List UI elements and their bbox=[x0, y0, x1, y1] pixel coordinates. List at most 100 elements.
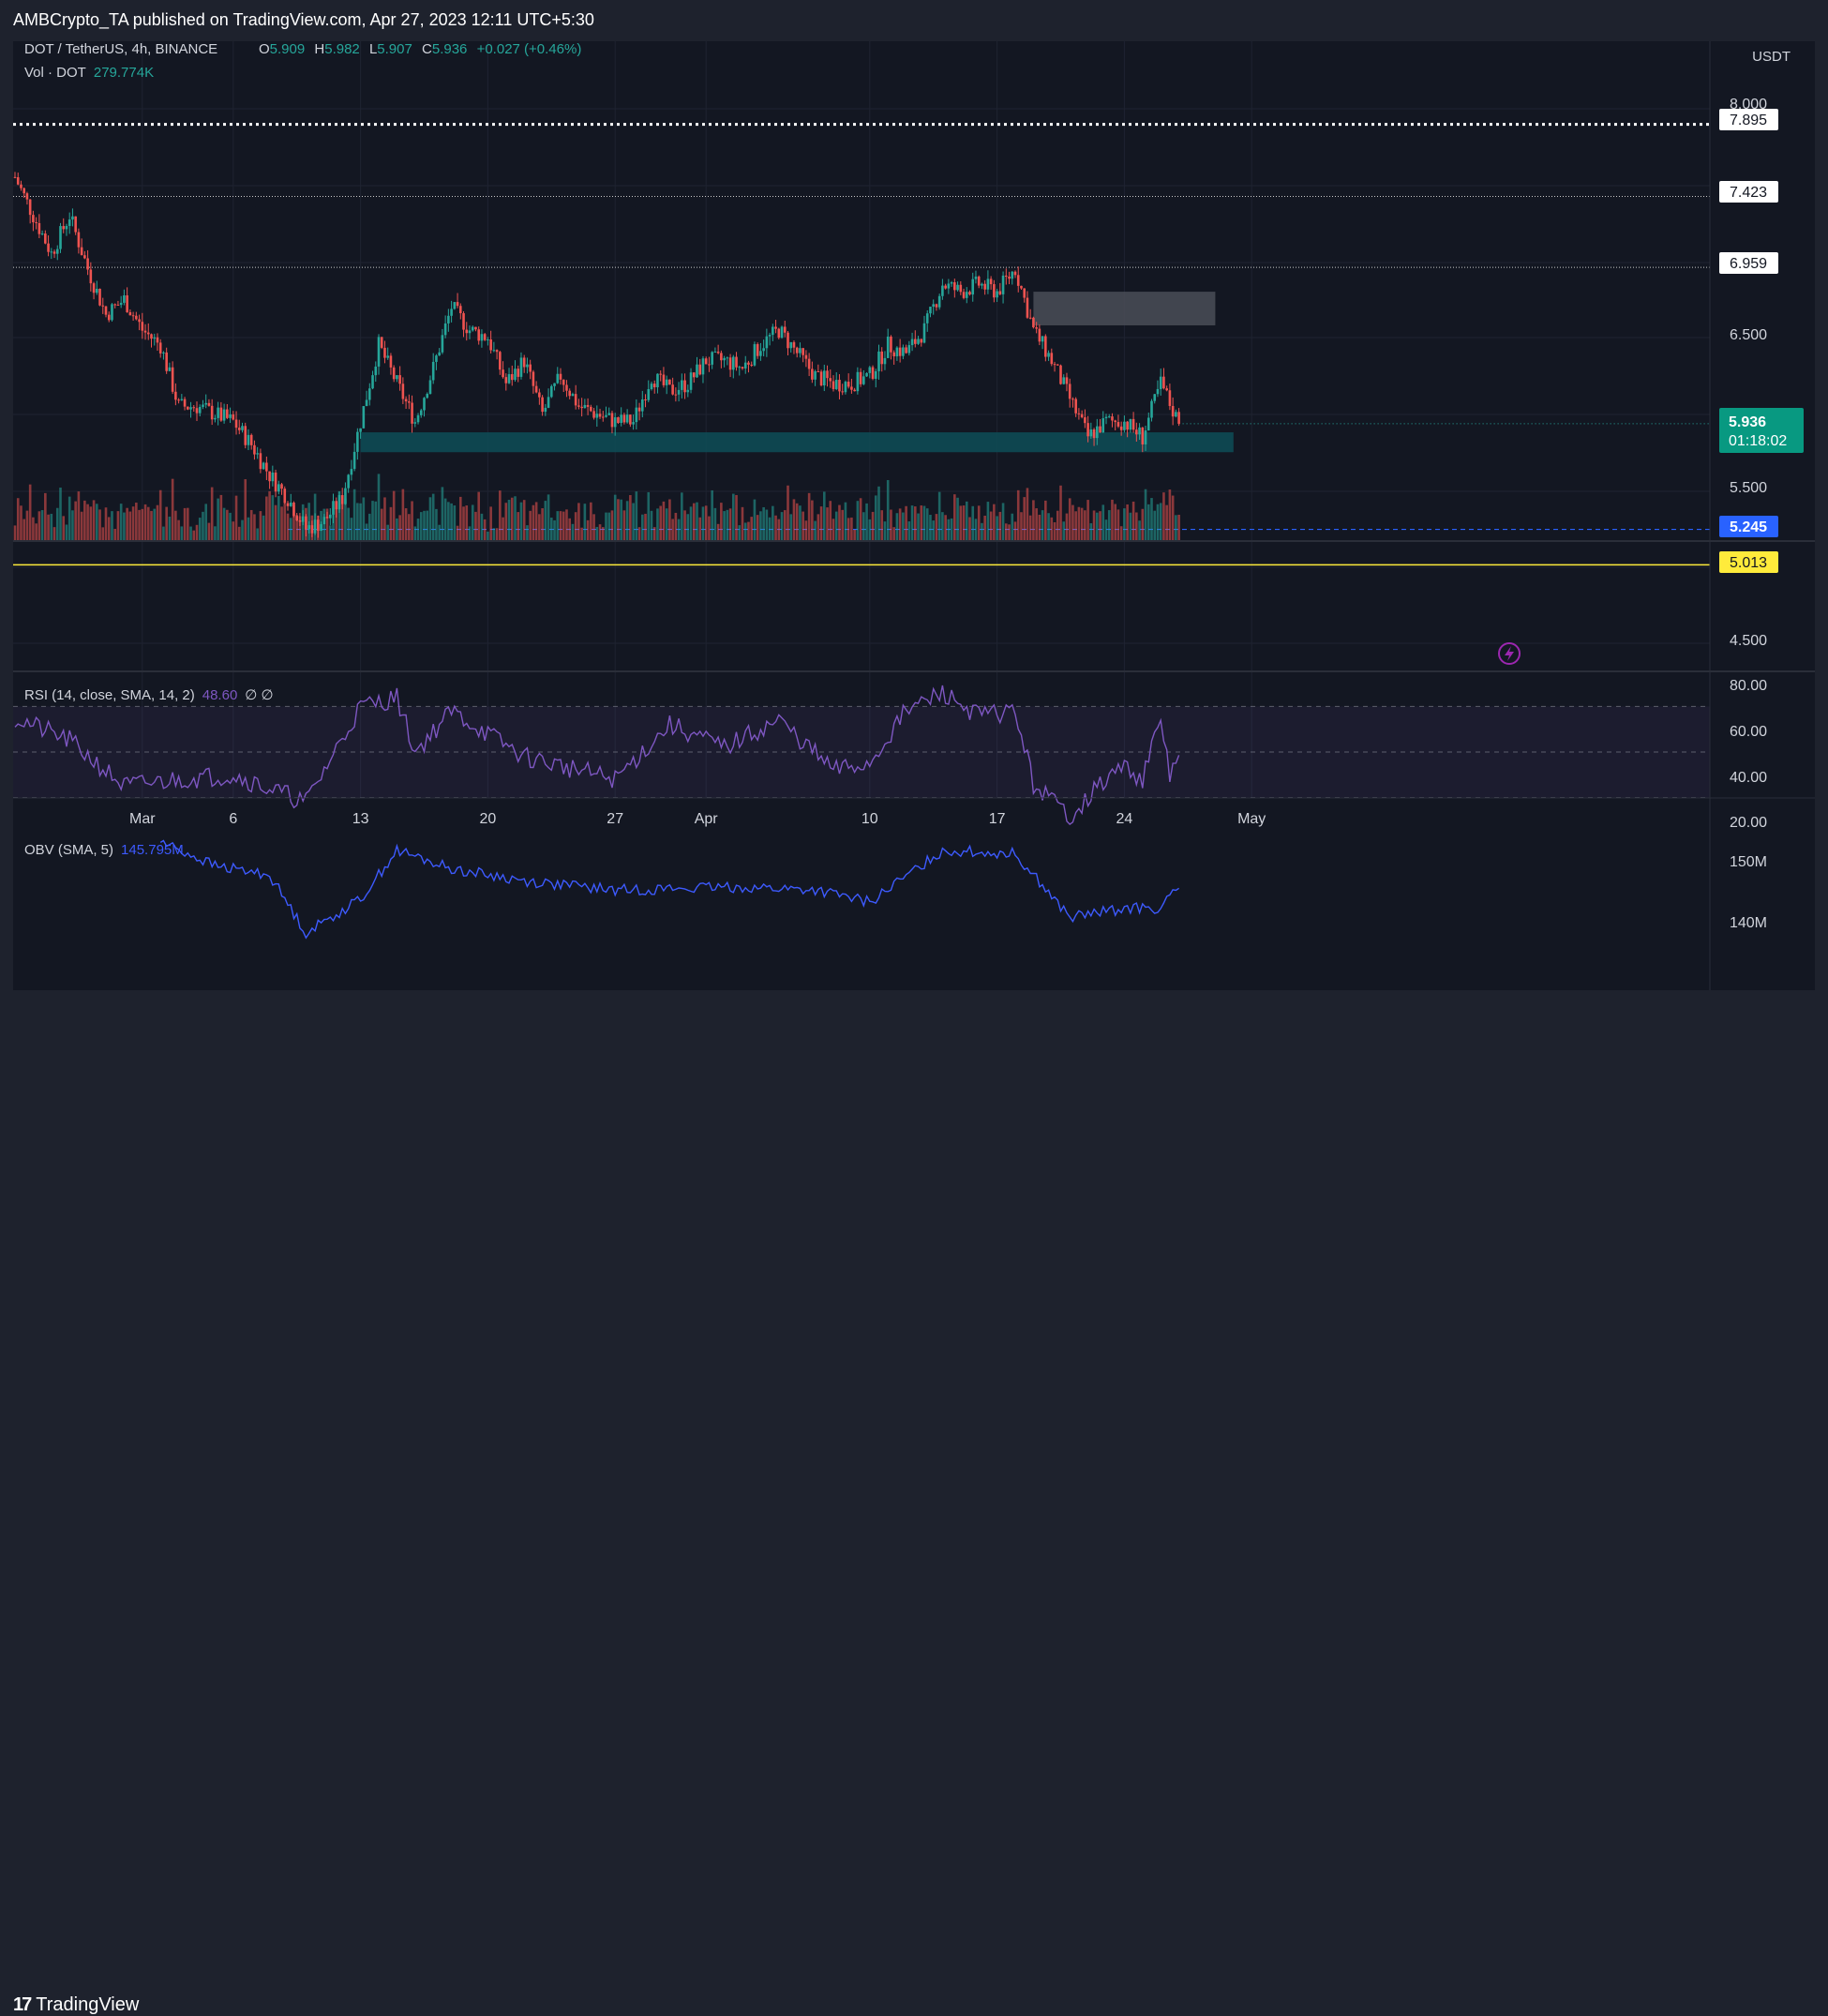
candle-body[interactable] bbox=[562, 379, 565, 385]
candle-body[interactable] bbox=[1129, 418, 1132, 430]
candle-body[interactable] bbox=[795, 347, 799, 354]
candle-body[interactable] bbox=[622, 414, 626, 423]
candle-body[interactable] bbox=[247, 434, 250, 445]
candle-body[interactable] bbox=[637, 407, 641, 412]
candle-body[interactable] bbox=[198, 406, 202, 414]
candle-body[interactable] bbox=[613, 417, 617, 428]
candle-body[interactable] bbox=[74, 216, 77, 233]
candle-body[interactable] bbox=[356, 431, 359, 452]
candle-body[interactable] bbox=[344, 488, 347, 504]
candle-body[interactable] bbox=[814, 370, 817, 380]
candle-body[interactable] bbox=[441, 335, 444, 353]
symbol-title[interactable]: DOT / TetherUS, 4h, BINANCE bbox=[24, 41, 217, 57]
candle-body[interactable] bbox=[350, 469, 353, 475]
candle-body[interactable] bbox=[698, 364, 702, 375]
candle-body[interactable] bbox=[1053, 364, 1056, 366]
candle-body[interactable] bbox=[1150, 400, 1153, 418]
candle-body[interactable] bbox=[917, 339, 920, 344]
candle-body[interactable] bbox=[774, 326, 777, 329]
candle-body[interactable] bbox=[1168, 390, 1172, 406]
candle-body[interactable] bbox=[428, 380, 432, 395]
candle-body[interactable] bbox=[222, 409, 226, 421]
candle-body[interactable] bbox=[580, 406, 583, 409]
candle-body[interactable] bbox=[550, 385, 553, 398]
candle-body[interactable] bbox=[959, 284, 963, 293]
candle-body[interactable] bbox=[143, 330, 147, 333]
candle-body[interactable] bbox=[1131, 418, 1135, 430]
candle-body[interactable] bbox=[380, 337, 383, 348]
candle-body[interactable] bbox=[993, 284, 996, 298]
candle-body[interactable] bbox=[743, 362, 747, 369]
candle-body[interactable] bbox=[1114, 420, 1116, 423]
candle-body[interactable] bbox=[298, 520, 302, 522]
candle-body[interactable] bbox=[499, 352, 502, 370]
candle-body[interactable] bbox=[202, 404, 204, 407]
candle-body[interactable] bbox=[692, 372, 696, 378]
candle-body[interactable] bbox=[52, 251, 56, 254]
candle-body[interactable] bbox=[192, 407, 196, 409]
candle-body[interactable] bbox=[522, 357, 526, 368]
candle-body[interactable] bbox=[468, 330, 472, 334]
candle-body[interactable] bbox=[423, 398, 426, 411]
candle-body[interactable] bbox=[474, 326, 477, 330]
candle-body[interactable] bbox=[65, 226, 68, 230]
candle-body[interactable] bbox=[77, 232, 81, 248]
candle-body[interactable] bbox=[962, 292, 966, 298]
candle-body[interactable] bbox=[759, 351, 762, 356]
candle-body[interactable] bbox=[262, 462, 265, 470]
candle-body[interactable] bbox=[1008, 277, 1011, 279]
candle-body[interactable] bbox=[116, 304, 120, 306]
candle-body[interactable] bbox=[971, 278, 975, 295]
candle-body[interactable] bbox=[716, 352, 720, 354]
candle-body[interactable] bbox=[256, 453, 259, 455]
candle-body[interactable] bbox=[292, 503, 295, 517]
candle-body[interactable] bbox=[686, 389, 690, 393]
candle-body[interactable] bbox=[804, 354, 808, 359]
candle-body[interactable] bbox=[404, 399, 408, 402]
candle-body[interactable] bbox=[1171, 405, 1175, 417]
candle-body[interactable] bbox=[802, 348, 804, 355]
candle-body[interactable] bbox=[590, 406, 592, 412]
candle-body[interactable] bbox=[1026, 297, 1029, 318]
candle-body[interactable] bbox=[386, 355, 389, 358]
candle-body[interactable] bbox=[689, 372, 693, 390]
candle-body[interactable] bbox=[1159, 376, 1162, 389]
candle-body[interactable] bbox=[398, 375, 401, 384]
resistance-zone[interactable] bbox=[1033, 292, 1216, 325]
candle-body[interactable] bbox=[910, 339, 914, 346]
obv-legend[interactable]: OBV (SMA, 5) 145.795M bbox=[24, 842, 184, 858]
candle-body[interactable] bbox=[977, 276, 981, 286]
candle-body[interactable] bbox=[365, 399, 368, 407]
candle-body[interactable] bbox=[607, 413, 611, 415]
candle-body[interactable] bbox=[1153, 394, 1157, 401]
candle-body[interactable] bbox=[932, 304, 935, 308]
candle-body[interactable] bbox=[1111, 416, 1114, 421]
candle-body[interactable] bbox=[113, 304, 116, 306]
candle-body[interactable] bbox=[483, 334, 487, 340]
tradingview-logo[interactable]: 17 TradingView bbox=[13, 1994, 139, 2016]
candle-body[interactable] bbox=[59, 226, 62, 249]
candle-body[interactable] bbox=[571, 394, 575, 397]
candle-body[interactable] bbox=[1011, 271, 1014, 279]
candle-body[interactable] bbox=[268, 471, 271, 482]
candle-body[interactable] bbox=[217, 407, 219, 418]
candle-body[interactable] bbox=[317, 519, 320, 532]
candle-body[interactable] bbox=[426, 394, 429, 399]
candle-body[interactable] bbox=[377, 337, 381, 367]
candle-body[interactable] bbox=[171, 367, 174, 392]
candle-body[interactable] bbox=[119, 302, 123, 306]
candle-body[interactable] bbox=[1126, 421, 1129, 430]
candle-body[interactable] bbox=[50, 251, 53, 253]
candle-body[interactable] bbox=[996, 291, 998, 298]
candle-body[interactable] bbox=[1123, 421, 1126, 430]
candle-body[interactable] bbox=[92, 283, 96, 293]
candle-body[interactable] bbox=[477, 329, 480, 341]
rsi-legend[interactable]: RSI (14, close, SMA, 14, 2) 48.60 ∅ ∅ bbox=[24, 687, 274, 703]
candle-body[interactable] bbox=[890, 336, 892, 353]
candle-body[interactable] bbox=[22, 188, 25, 194]
candle-body[interactable] bbox=[519, 357, 523, 377]
candle-body[interactable] bbox=[1065, 377, 1069, 384]
candle-body[interactable] bbox=[214, 417, 217, 420]
candle-body[interactable] bbox=[783, 326, 787, 333]
candle-body[interactable] bbox=[362, 406, 366, 429]
